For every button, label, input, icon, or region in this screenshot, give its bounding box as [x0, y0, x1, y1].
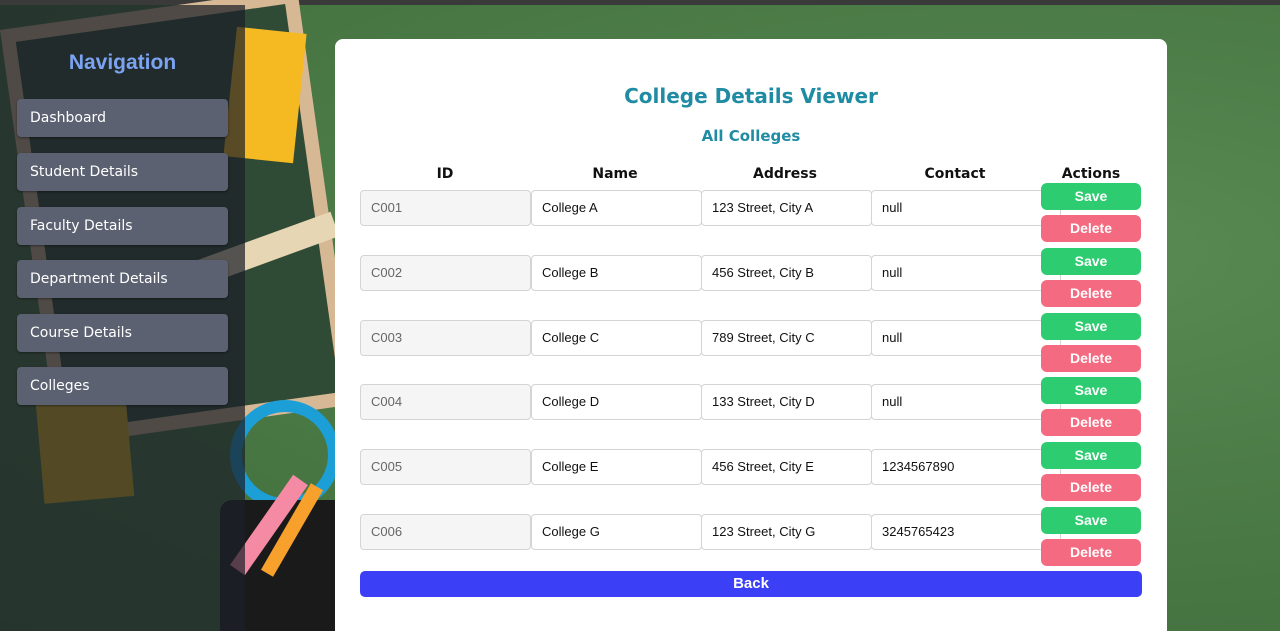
address-field[interactable]: 789 Street, City C	[701, 320, 872, 356]
back-button[interactable]: Back	[360, 571, 1142, 597]
delete-button[interactable]: Delete	[1041, 474, 1141, 501]
contact-field[interactable]: 1234567890	[871, 449, 1061, 485]
table-row: C002 College B 456 Street, City B null S…	[360, 248, 1142, 319]
delete-button[interactable]: Delete	[1041, 345, 1141, 372]
column-header-name: Name	[592, 166, 638, 182]
table-row: C001 College A 123 Street, City A null S…	[360, 183, 1142, 254]
save-button[interactable]: Save	[1041, 507, 1141, 534]
address-field[interactable]: 123 Street, City A	[701, 190, 872, 226]
id-field[interactable]: C006	[360, 514, 531, 550]
save-button[interactable]: Save	[1041, 248, 1141, 275]
name-field[interactable]: College E	[531, 449, 702, 485]
contact-field[interactable]: null	[871, 255, 1061, 291]
table-row: C004 College D 133 Street, City D null S…	[360, 377, 1142, 448]
name-field[interactable]: College G	[531, 514, 702, 550]
column-header-address: Address	[753, 166, 817, 182]
save-button[interactable]: Save	[1041, 183, 1141, 210]
sidebar-item-course-details[interactable]: Course Details	[17, 314, 228, 352]
sidebar: Navigation Dashboard Student Details Fac…	[0, 5, 245, 631]
delete-button[interactable]: Delete	[1041, 539, 1141, 566]
save-button[interactable]: Save	[1041, 377, 1141, 404]
column-header-actions: Actions	[1061, 166, 1121, 182]
nav-title: Navigation	[68, 51, 177, 74]
save-button[interactable]: Save	[1041, 442, 1141, 469]
contact-field[interactable]: null	[871, 190, 1061, 226]
sidebar-item-department-details[interactable]: Department Details	[17, 260, 228, 298]
delete-button[interactable]: Delete	[1041, 280, 1141, 307]
table-row: C005 College E 456 Street, City E 123456…	[360, 442, 1142, 513]
sidebar-item-colleges[interactable]: Colleges	[17, 367, 228, 405]
column-header-id: ID	[436, 166, 454, 182]
table-row: C003 College C 789 Street, City C null S…	[360, 313, 1142, 384]
name-field[interactable]: College C	[531, 320, 702, 356]
name-field[interactable]: College A	[531, 190, 702, 226]
save-button[interactable]: Save	[1041, 313, 1141, 340]
sidebar-item-dashboard[interactable]: Dashboard	[17, 99, 228, 137]
delete-button[interactable]: Delete	[1041, 409, 1141, 436]
contact-field[interactable]: null	[871, 320, 1061, 356]
section-subtitle: All Colleges	[701, 127, 801, 145]
table-row: C006 College G 123 Street, City G 324576…	[360, 507, 1142, 578]
column-header-contact: Contact	[924, 166, 986, 182]
college-card: College Details Viewer All Colleges ID N…	[335, 39, 1167, 631]
name-field[interactable]: College D	[531, 384, 702, 420]
id-field[interactable]: C003	[360, 320, 531, 356]
name-field[interactable]: College B	[531, 255, 702, 291]
sidebar-item-faculty-details[interactable]: Faculty Details	[17, 207, 228, 245]
address-field[interactable]: 456 Street, City B	[701, 255, 872, 291]
address-field[interactable]: 123 Street, City G	[701, 514, 872, 550]
address-field[interactable]: 456 Street, City E	[701, 449, 872, 485]
delete-button[interactable]: Delete	[1041, 215, 1141, 242]
id-field[interactable]: C001	[360, 190, 531, 226]
page-title: College Details Viewer	[624, 84, 878, 108]
sidebar-item-student-details[interactable]: Student Details	[17, 153, 228, 191]
id-field[interactable]: C005	[360, 449, 531, 485]
address-field[interactable]: 133 Street, City D	[701, 384, 872, 420]
contact-field[interactable]: null	[871, 384, 1061, 420]
id-field[interactable]: C004	[360, 384, 531, 420]
id-field[interactable]: C002	[360, 255, 531, 291]
contact-field[interactable]: 3245765423	[871, 514, 1061, 550]
